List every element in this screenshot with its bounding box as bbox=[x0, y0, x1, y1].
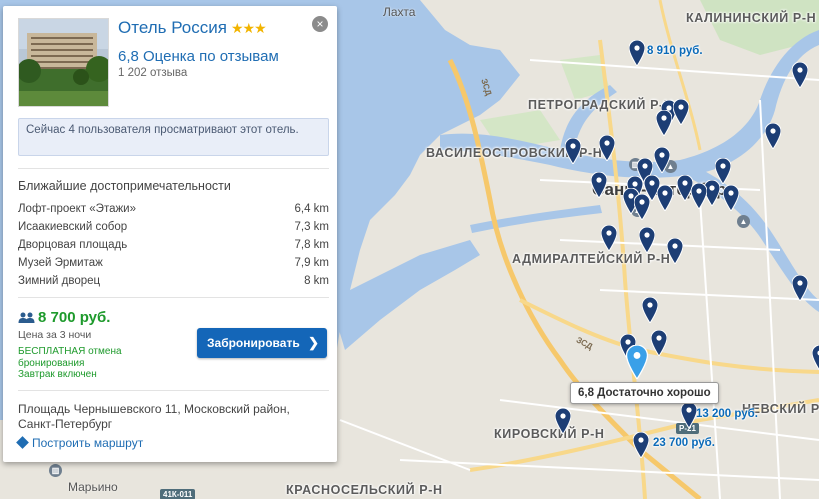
hotel-pin[interactable] bbox=[667, 238, 683, 264]
breakfast-included: Завтрак включен bbox=[18, 369, 97, 380]
free-cancellation: БЕСПЛАТНАЯ отмена бронирования bbox=[18, 346, 122, 369]
poi-distance: 7,3 km bbox=[294, 221, 329, 233]
hotel-pin[interactable] bbox=[591, 172, 607, 198]
museum-icon[interactable]: ▲ bbox=[737, 215, 750, 228]
poi-row: Дворцовая площадь 7,8 km bbox=[18, 239, 329, 255]
hotel-pin[interactable] bbox=[642, 297, 658, 323]
hotel-pin[interactable] bbox=[599, 135, 615, 161]
poi-name: Дворцовая площадь bbox=[18, 239, 128, 251]
rating-tooltip: 6,8 Достаточно хорошо bbox=[570, 382, 719, 404]
hotel-pin[interactable] bbox=[656, 110, 672, 136]
divider bbox=[18, 168, 329, 169]
museum-icon[interactable]: ▥ bbox=[49, 464, 62, 477]
price-note: Цена за 3 ночи bbox=[18, 329, 92, 341]
hotel-name[interactable]: Отель Россия bbox=[118, 18, 227, 37]
review-count: 1 202 отзыва bbox=[118, 67, 188, 79]
guests-icon bbox=[18, 312, 35, 323]
poi-distance: 8 km bbox=[304, 275, 329, 287]
district-label: КИРОВСКИЙ Р-Н bbox=[494, 427, 605, 441]
district-label: АДМИРАЛТЕЙСКИЙ Р-Н bbox=[512, 252, 671, 266]
hotel-pin[interactable] bbox=[651, 330, 667, 356]
hotel-photo[interactable] bbox=[18, 18, 109, 107]
poi-row: Музей Эрмитаж 7,9 km bbox=[18, 257, 329, 273]
review-score[interactable]: 6,8 Оценка по отзывам bbox=[118, 48, 279, 65]
hotel-pin[interactable] bbox=[792, 62, 808, 88]
district-label: ПЕТРОГРАДСКИЙ Р-Н bbox=[528, 98, 674, 112]
hotel-pin[interactable] bbox=[633, 432, 649, 458]
hotel-pin[interactable] bbox=[629, 40, 645, 66]
poi-distance: 7,9 km bbox=[294, 257, 329, 269]
poi-name: Лофт-проект «Этажи» bbox=[18, 203, 136, 215]
place-label: Марьино bbox=[68, 480, 118, 494]
hotel-pin[interactable] bbox=[654, 147, 670, 173]
poi-distance: 7,8 km bbox=[294, 239, 329, 251]
hotel-pin[interactable] bbox=[812, 345, 819, 371]
poi-name: Исаакиевский собор bbox=[18, 221, 128, 233]
poi-row: Зимний дворец 8 km bbox=[18, 275, 329, 291]
poi-name: Музей Эрмитаж bbox=[18, 257, 103, 269]
hotel-address: Площадь Чернышевского 11, Московский рай… bbox=[18, 402, 290, 431]
poi-row: Исаакиевский собор 7,3 km bbox=[18, 221, 329, 237]
price-total: 8 700 руб. bbox=[38, 309, 111, 327]
route-link[interactable]: Построить маршрут bbox=[16, 436, 144, 450]
divider bbox=[18, 297, 329, 298]
hotel-pin[interactable] bbox=[673, 99, 689, 125]
hotel-pin[interactable] bbox=[634, 194, 650, 220]
poi-row: Лофт-проект «Этажи» 6,4 km bbox=[18, 203, 329, 219]
hotel-pin[interactable] bbox=[723, 185, 739, 211]
viewers-notice: Сейчас 4 пользователя просматривают этот… bbox=[18, 118, 329, 156]
hotel-pin[interactable] bbox=[555, 408, 571, 434]
book-button-label: Забронировать bbox=[207, 336, 300, 350]
hotel-pin[interactable] bbox=[765, 123, 781, 149]
star-rating: ★★★ bbox=[230, 20, 267, 36]
hotel-info-panel: × Отель Россия ★★★ 6,8 Оценка по отзывам … bbox=[3, 6, 337, 462]
poi-distance: 6,4 km bbox=[294, 203, 329, 215]
price-block: 8 700 руб. bbox=[18, 309, 110, 327]
hotel-pin[interactable] bbox=[691, 183, 707, 209]
hotel-pin[interactable] bbox=[792, 275, 808, 301]
route-icon bbox=[16, 436, 29, 450]
hotel-name-link[interactable]: Отель Россия ★★★ bbox=[118, 18, 267, 38]
hotel-pin[interactable] bbox=[681, 402, 697, 428]
place-label: Лахта bbox=[383, 5, 416, 19]
selected-hotel-pin[interactable] bbox=[626, 345, 648, 379]
close-icon[interactable]: × bbox=[312, 16, 328, 32]
hotel-pin[interactable] bbox=[639, 227, 655, 253]
poi-heading: Ближайшие достопримечательности bbox=[18, 179, 231, 193]
district-label: КРАСНОСЕЛЬСКИЙ Р-Н bbox=[286, 483, 443, 497]
book-button[interactable]: Забронировать ❯ bbox=[197, 328, 327, 358]
price-tag[interactable]: 23 700 руб. bbox=[653, 437, 715, 449]
poi-name: Зимний дворец bbox=[18, 275, 101, 287]
road-shield: 41К-011 bbox=[160, 489, 196, 499]
route-label: Построить маршрут bbox=[32, 436, 144, 450]
hotel-pin[interactable] bbox=[565, 138, 581, 164]
price-tag[interactable]: 13 200 руб. bbox=[696, 408, 758, 420]
hotel-pin[interactable] bbox=[601, 225, 617, 251]
chevron-right-icon: ❯ bbox=[308, 335, 319, 350]
hotel-pin[interactable] bbox=[657, 185, 673, 211]
price-tag[interactable]: 8 910 руб. bbox=[647, 45, 703, 57]
district-label: КАЛИНИНСКИЙ Р-Н bbox=[686, 11, 817, 25]
divider bbox=[18, 390, 329, 391]
